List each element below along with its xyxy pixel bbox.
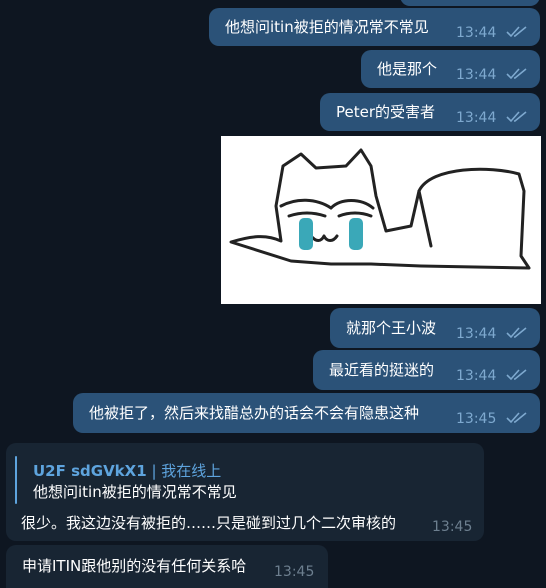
message-bubble[interactable]: 他被拒了，然后来找醋总办的话会不会有隐患这种 13:45 bbox=[73, 393, 540, 433]
double-check-icon bbox=[506, 68, 527, 80]
crying-cat-sticker[interactable] bbox=[221, 136, 541, 304]
double-check-icon bbox=[506, 111, 527, 123]
message-bubble[interactable]: 他想问itin被拒的情况常不常见 13:44 bbox=[209, 8, 540, 46]
reply-header[interactable]: U2F sdGVkX1 | 我在线上 bbox=[33, 461, 221, 481]
cat-drawing-icon bbox=[229, 148, 531, 270]
reply-sender-name: U2F sdGVkX1 bbox=[33, 462, 147, 480]
message-text: 他被拒了，然后来找醋总办的话会不会有隐患这种 bbox=[89, 404, 420, 422]
message-time: 13:44 bbox=[456, 67, 497, 83]
message-text: 最近看的挺迷的 bbox=[329, 361, 435, 379]
message-time: 13:44 bbox=[456, 110, 497, 126]
message-bubble[interactable]: 就那个王小波 13:44 bbox=[330, 308, 540, 348]
reply-quote-bar bbox=[15, 456, 17, 504]
message-bubble[interactable]: Peter的受害者 13:44 bbox=[320, 93, 540, 131]
message-text: Peter的受害者 bbox=[336, 103, 436, 121]
message-time: 13:44 bbox=[456, 326, 497, 342]
double-check-icon bbox=[506, 26, 527, 38]
message-time: 13:45 bbox=[456, 411, 497, 427]
double-check-icon bbox=[506, 327, 527, 339]
message-text: 他是那个 bbox=[377, 60, 438, 78]
message-text: 他想问itin被拒的情况常不常见 bbox=[225, 18, 429, 36]
message-text: 就那个王小波 bbox=[346, 319, 437, 337]
reply-separator: | bbox=[151, 462, 157, 480]
message-bubble-partial[interactable] bbox=[400, 0, 540, 6]
message-time: 13:44 bbox=[456, 25, 497, 41]
double-check-icon bbox=[506, 369, 527, 381]
message-text: 很少。我这边没有被拒的……只是碰到过几个二次审核的 bbox=[21, 514, 397, 532]
message-bubble[interactable]: 最近看的挺迷的 13:44 bbox=[313, 350, 540, 390]
message-time: 13:45 bbox=[274, 564, 315, 580]
message-bubble[interactable]: 他是那个 13:44 bbox=[361, 50, 540, 88]
reply-sender-status: 我在线上 bbox=[161, 462, 222, 480]
incoming-message-bubble[interactable]: 申请ITIN跟他别的没有任何关系哈 13:45 bbox=[6, 545, 328, 588]
message-time: 13:45 bbox=[432, 519, 473, 535]
message-text: 申请ITIN跟他别的没有任何关系哈 bbox=[22, 557, 247, 575]
reply-quoted-text: 他想问itin被拒的情况常不常见 bbox=[33, 483, 237, 501]
double-check-icon bbox=[506, 412, 527, 424]
message-time: 13:44 bbox=[456, 368, 497, 384]
